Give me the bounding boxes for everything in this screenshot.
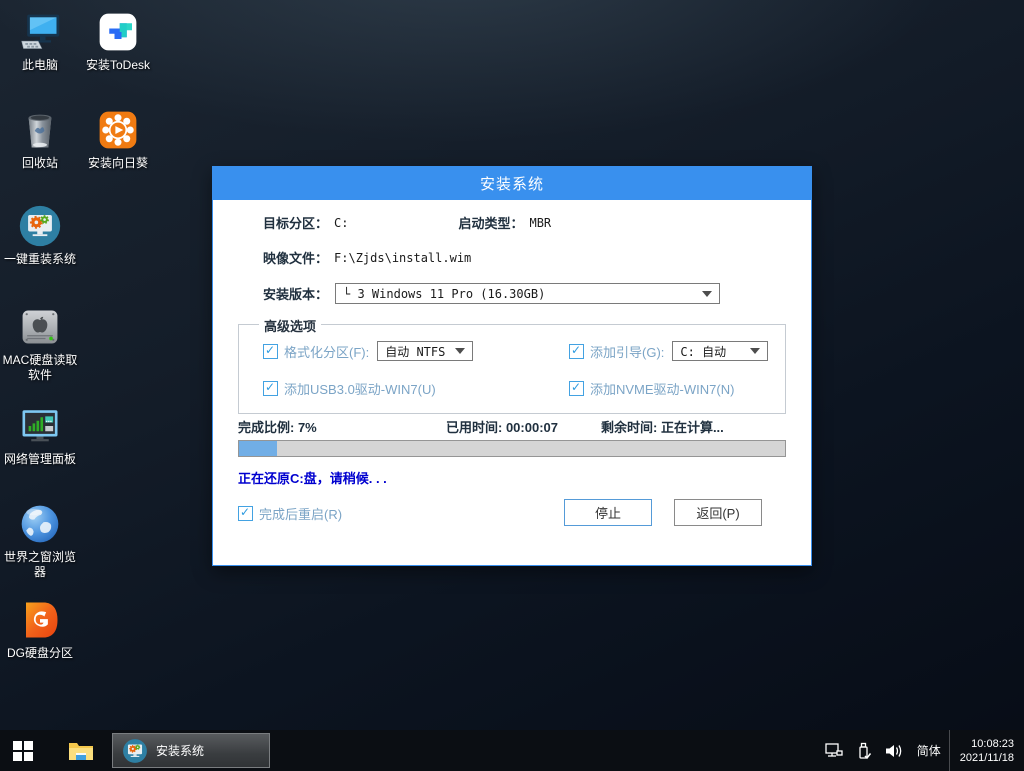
install-version-dropdown[interactable]: └ 3 Windows 11 Pro (16.30GB) [335,283,720,304]
boot-target-dropdown[interactable]: C: 自动 [672,341,768,361]
target-partition-value: C: [334,216,348,230]
this-pc-icon [18,10,62,54]
usb3-driver-checkbox[interactable] [263,381,278,396]
chevron-down-icon [455,348,465,354]
stop-button[interactable]: 停止 [564,499,652,526]
sunflower-icon [96,108,140,152]
desktop-icon-label: 网络管理面板 [4,452,76,467]
desktop-icon-label: 此电脑 [22,58,58,73]
advanced-options-group: 高级选项 格式化分区(F): 自动 NTFS 添加引导(G): C: 自动 添加… [238,324,786,414]
target-partition-row: 目标分区： C: 启动类型： MBR [263,213,551,232]
format-partition-label: 格式化分区(F): [284,342,369,361]
taskbar-item-label: 安装系统 [156,742,204,759]
desktop-icon-browser[interactable]: 世界之窗浏览器 [0,502,80,580]
recycle-bin-icon [18,108,62,152]
desktop-icon-this-pc[interactable]: 此电脑 [0,10,80,73]
window-title: 安装系统 [480,173,544,194]
add-boot-checkbox-row[interactable]: 添加引导(G): C: 自动 [569,341,768,361]
image-file-label: 映像文件： [263,248,328,267]
progress-bar [238,440,786,457]
desktop-icon-label: 安装向日葵 [88,156,148,171]
desktop-icon-sunflower[interactable]: 安装向日葵 [78,108,158,171]
format-partition-checkbox[interactable] [263,344,278,359]
boot-target-value: C: 自动 [680,343,726,360]
usb3-driver-checkbox-row[interactable]: 添加USB3.0驱动-WIN7(U) [263,379,436,398]
folder-icon [68,740,94,762]
advanced-options-legend: 高级选项 [259,316,321,335]
remaining-time-label: 剩余时间: 正在计算... [601,417,724,436]
boot-type-label: 启动类型： [458,213,523,232]
desktop-icon-recycle-bin[interactable]: 回收站 [0,108,80,171]
windows-logo-icon [13,741,33,761]
install-version-label: 安装版本： [263,284,328,303]
network-tray-icon[interactable] [819,730,849,771]
file-explorer-button[interactable] [58,730,104,771]
clock[interactable]: 10:08:23 2021/11/18 [949,730,1024,771]
progress-percent-label: 完成比例: 7% [238,417,317,436]
install-version-row: 安装版本： └ 3 Windows 11 Pro (16.30GB) [263,283,720,304]
status-message: 正在还原C:盘，请稍候. . . [238,468,387,487]
reinstall-system-icon [18,204,62,248]
boot-type-value: MBR [529,216,551,230]
desktop-icon-label: 安装ToDesk [86,58,150,73]
add-boot-label: 添加引导(G): [590,342,664,361]
usb3-driver-label: 添加USB3.0驱动-WIN7(U) [284,379,436,398]
start-button[interactable] [0,730,46,771]
desktop-icon-todesk[interactable]: 安装ToDesk [78,10,158,73]
clock-time: 10:08:23 [971,737,1014,751]
nvme-driver-checkbox[interactable] [569,381,584,396]
desktop-icon-label: 一键重装系统 [4,252,76,267]
desktop-icon-label: DG硬盘分区 [7,646,73,661]
volume-tray-icon[interactable] [879,730,909,771]
todesk-icon [96,10,140,54]
dg-partition-icon [18,598,62,642]
desktop-icon-network-panel[interactable]: 网络管理面板 [0,404,80,467]
desktop-icon-dg-partition[interactable]: DG硬盘分区 [0,598,80,661]
mac-disk-icon [18,305,62,349]
install-version-value: └ 3 Windows 11 Pro (16.30GB) [343,287,545,301]
back-button[interactable]: 返回(P) [674,499,762,526]
desktop-icon-mac-disk[interactable]: MAC硬盘读取软件 [0,305,80,383]
install-system-app-icon [122,738,148,764]
nvme-driver-label: 添加NVME驱动-WIN7(N) [590,379,734,398]
progress-stats-row: 完成比例: 7% 已用时间: 00:00:07 剩余时间: 正在计算... [238,417,786,433]
chevron-down-icon [702,291,712,297]
taskbar-item-install-system[interactable]: 安装系统 [112,733,270,768]
reboot-after-checkbox[interactable] [238,506,253,521]
elapsed-time-label: 已用时间: 00:00:07 [446,417,558,436]
format-partition-checkbox-row[interactable]: 格式化分区(F): 自动 NTFS [263,341,473,361]
image-file-row: 映像文件： F:\Zjds\install.wim [263,248,471,267]
taskbar: 安装系统 简体 10:08:23 [0,730,1024,771]
format-type-dropdown[interactable]: 自动 NTFS [377,341,473,361]
clock-date: 2021/11/18 [960,751,1014,765]
desktop-icon-reinstall-system[interactable]: 一键重装系统 [0,204,80,267]
install-system-window: 安装系统 目标分区： C: 启动类型： MBR 映像文件： F:\Zjds\in… [212,166,812,566]
nvme-driver-checkbox-row[interactable]: 添加NVME驱动-WIN7(N) [569,379,734,398]
desktop-icon-label: MAC硬盘读取软件 [0,353,80,383]
browser-icon [18,502,62,546]
reboot-after-label: 完成后重启(R) [259,504,342,523]
window-titlebar[interactable]: 安装系统 [213,167,811,200]
reboot-after-checkbox-row[interactable]: 完成后重启(R) [238,504,342,523]
progress-fill [239,441,277,456]
image-file-value: F:\Zjds\install.wim [334,251,471,265]
desktop-icon-label: 世界之窗浏览器 [0,550,80,580]
desktop-icon-label: 回收站 [22,156,58,171]
system-tray: 简体 10:08:23 2021/11/18 [819,730,1024,771]
network-panel-icon [18,404,62,448]
format-type-value: 自动 NTFS [385,343,445,360]
chevron-down-icon [750,348,760,354]
ime-indicator[interactable]: 简体 [909,730,949,771]
usb-tray-icon[interactable] [849,730,879,771]
target-partition-label: 目标分区： [263,213,328,232]
add-boot-checkbox[interactable] [569,344,584,359]
